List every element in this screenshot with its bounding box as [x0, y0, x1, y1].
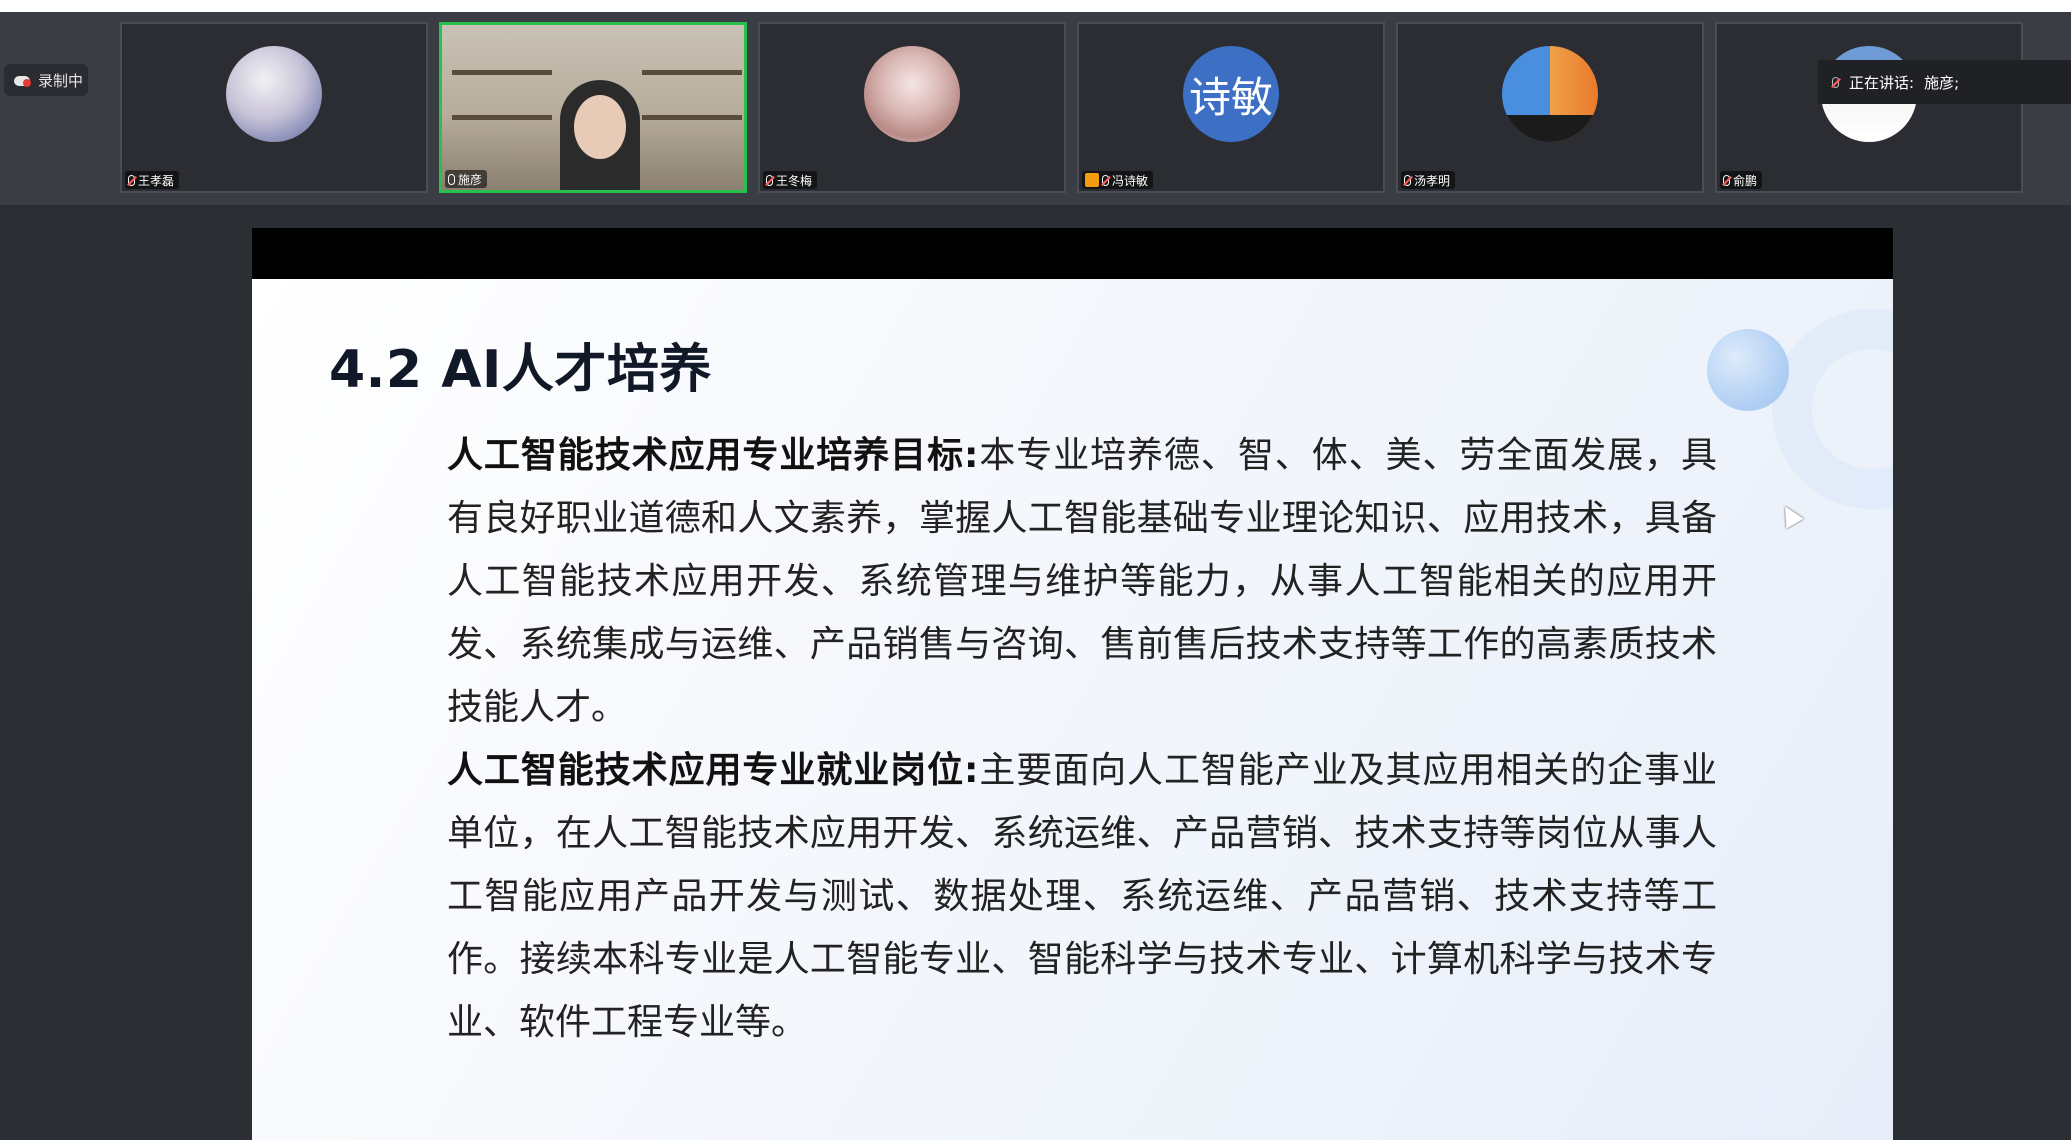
participant-tile-active-speaker[interactable]: 施彦 — [439, 22, 747, 193]
paragraph-heading: 人工智能技术应用专业培养目标: — [447, 435, 979, 476]
participant-tile[interactable]: 诗敏 冯诗敏 — [1077, 22, 1385, 193]
window-top-bar — [0, 0, 2071, 12]
shared-screen: 4.2 AI人才培养 人工智能技术应用专业培养目标:本专业培养德、智、体、美、劳… — [252, 228, 1893, 1140]
slide: 4.2 AI人才培养 人工智能技术应用专业培养目标:本专业培养德、智、体、美、劳… — [252, 279, 1893, 1140]
participant-tile[interactable]: 王冬梅 — [758, 22, 1066, 193]
paragraph-employment: 人工智能技术应用专业就业岗位:主要面向人工智能产业及其应用相关的企事业单位，在人… — [447, 739, 1717, 1054]
speaking-label: 正在讲话: — [1849, 73, 1915, 92]
participant-name: 汤孝明 — [1414, 173, 1451, 188]
avatar-text: 诗敏 — [1183, 46, 1279, 142]
slide-title: 4.2 AI人才培养 — [329, 340, 712, 400]
mic-muted-icon — [766, 174, 773, 186]
participant-name: 施彦 — [458, 172, 483, 187]
participant-name-tag: 王冬梅 — [763, 171, 818, 189]
mic-muted-icon — [128, 174, 135, 186]
mic-muted-icon — [1102, 174, 1109, 186]
avatar — [226, 46, 322, 142]
participant-tile[interactable]: 俞鹏 — [1715, 22, 2023, 193]
participant-name: 冯诗敏 — [1112, 173, 1149, 188]
mic-muted-icon — [1723, 174, 1730, 186]
paragraph-text: 本专业培养德、智、体、美、劳全面发展，具有良好职业道德和人文素养，掌握人工智能基… — [447, 435, 1717, 728]
participant-name: 王孝磊 — [138, 173, 175, 188]
slide-top-bar — [252, 228, 1893, 279]
avatar — [864, 46, 960, 142]
host-icon — [1085, 173, 1099, 187]
recording-indicator[interactable]: 录制中 — [4, 64, 88, 96]
participant-tile[interactable]: 王孝磊 — [120, 22, 428, 193]
paragraph-text: 主要面向人工智能产业及其应用相关的企事业单位，在人工智能技术应用开发、系统运维、… — [447, 750, 1717, 1043]
decorative-circle — [1707, 329, 1789, 411]
participant-name-tag: 王孝磊 — [125, 171, 180, 189]
speaker-face — [574, 95, 626, 159]
paragraph-training-goal: 人工智能技术应用专业培养目标:本专业培养德、智、体、美、劳全面发展，具有良好职业… — [447, 424, 1717, 739]
participant-name-tag: 施彦 — [445, 170, 488, 188]
participant-name-tag: 汤孝明 — [1401, 171, 1456, 189]
avatar — [1502, 46, 1598, 142]
decorative-arc — [1772, 309, 1893, 509]
participant-tile[interactable]: 汤孝明 — [1396, 22, 1704, 193]
mic-icon — [448, 173, 455, 185]
slide-body: 人工智能技术应用专业培养目标:本专业培养德、智、体、美、劳全面发展，具有良好职业… — [447, 424, 1717, 1054]
mic-muted-icon — [1832, 76, 1839, 88]
participant-video — [442, 25, 744, 190]
cloud-record-icon — [12, 73, 32, 87]
participant-name-tag: 冯诗敏 — [1082, 171, 1154, 189]
speaking-name: 施彦; — [1924, 73, 1960, 92]
paragraph-heading: 人工智能技术应用专业就业岗位: — [447, 750, 979, 791]
speaking-indicator: 正在讲话: 施彦; — [1818, 60, 2071, 104]
participant-name: 俞鹏 — [1733, 173, 1758, 188]
participant-name-tag: 俞鹏 — [1720, 171, 1763, 189]
mic-muted-icon — [1404, 174, 1411, 186]
participant-name: 王冬梅 — [776, 173, 813, 188]
recording-label: 录制中 — [38, 71, 84, 90]
